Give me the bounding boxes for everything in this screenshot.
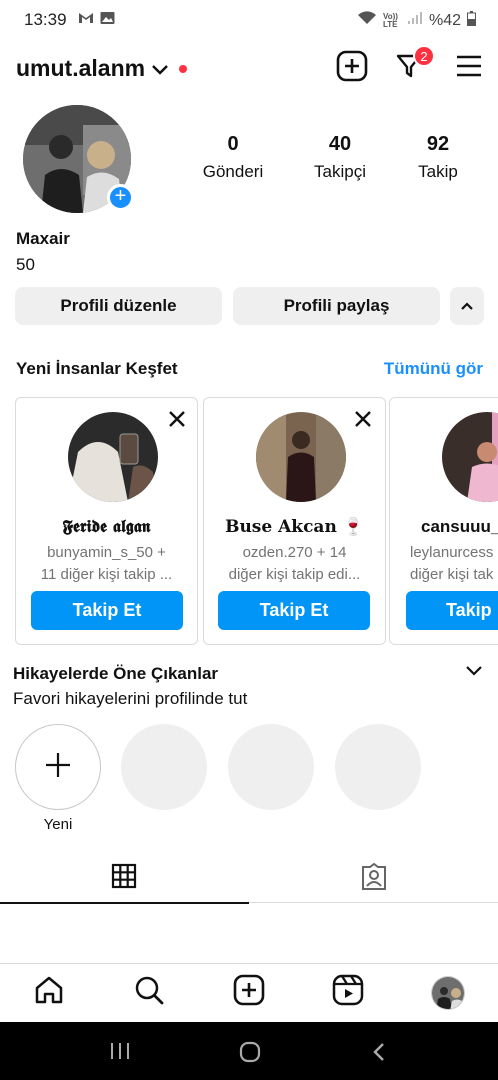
nav-search[interactable] — [131, 974, 167, 1010]
highlights-title: Hikayelerde Öne Çıkanlar — [13, 664, 219, 683]
reels-icon — [332, 974, 364, 1011]
followers-stat[interactable]: 40 Takipçi — [300, 133, 380, 182]
tab-grid[interactable] — [110, 862, 138, 890]
collapse-highlights-button[interactable] — [464, 664, 484, 683]
account-switcher[interactable]: umut.alanm — [16, 55, 188, 82]
chevron-up-icon — [460, 296, 474, 316]
new-highlight-label: Yeni — [43, 816, 73, 833]
discover-title: Yeni İnsanlar Keşfet — [16, 359, 178, 378]
nav-home[interactable] — [31, 974, 67, 1010]
active-tab-indicator — [0, 902, 249, 904]
battery-icon — [467, 10, 476, 31]
chevron-down-icon — [464, 665, 484, 682]
nav-divider — [0, 963, 498, 964]
recent-apps-button[interactable] — [109, 1041, 131, 1066]
suggestion-mutual-line2: diğer kişi takip edi... — [228, 566, 361, 583]
create-post-button[interactable] — [334, 50, 370, 86]
recent-apps-icon — [109, 1043, 131, 1065]
suggestion-mutual-line1: ozden.270 + 14 — [242, 544, 347, 561]
gmail-icon — [78, 11, 94, 30]
posts-stat[interactable]: 0 Gönderi — [193, 133, 273, 182]
followers-count: 40 — [328, 133, 352, 155]
new-highlight-button[interactable] — [15, 724, 101, 810]
add-story-button[interactable]: + — [107, 184, 134, 211]
suggestion-mutual-line1: bunyamin_s_50 + — [47, 544, 166, 561]
battery-percent: %42 — [428, 11, 461, 29]
nav-profile[interactable] — [431, 976, 465, 1010]
suggestion-avatar[interactable] — [256, 412, 346, 502]
dismiss-suggestion-button[interactable] — [352, 408, 374, 430]
followers-label: Takipçi — [314, 162, 366, 181]
follow-button[interactable]: Takip — [406, 591, 498, 630]
highlight-placeholder — [228, 724, 314, 810]
suggestion-avatar[interactable] — [442, 412, 498, 502]
menu-button[interactable] — [451, 50, 487, 86]
home-button[interactable] — [239, 1041, 261, 1068]
suggestion-card: cansuuu_ leylanurcess diğer kişi tak Tak… — [389, 397, 498, 645]
highlight-placeholder — [121, 724, 207, 810]
tab-tagged[interactable] — [359, 862, 389, 892]
plus-icon — [44, 751, 72, 784]
suggestion-mutual-line2: diğer kişi tak — [410, 566, 494, 583]
display-name: Maxair — [16, 229, 70, 248]
share-profile-button[interactable]: Profili paylaş — [233, 287, 440, 325]
highlight-placeholder — [335, 724, 421, 810]
hamburger-menu-icon — [456, 55, 482, 82]
follow-button[interactable]: Takip Et — [218, 591, 370, 630]
posts-label: Gönderi — [202, 162, 264, 181]
suggestion-card: Buse Akcan 🍷 ozden.270 + 14 diğer kişi t… — [203, 397, 386, 645]
status-time: 13:39 — [24, 10, 67, 29]
grid-icon — [110, 863, 138, 894]
activity-badge: 2 — [413, 45, 435, 67]
back-chevron-icon — [371, 1043, 387, 1067]
highlights-subtitle: Favori hikayelerini profilinde tut — [13, 689, 248, 708]
nav-create[interactable] — [231, 974, 267, 1010]
suggestion-avatar[interactable] — [68, 412, 158, 502]
username: umut.alanm — [16, 55, 146, 81]
tagged-person-icon — [359, 862, 389, 896]
suggestion-name: Buse Akcan 🍷 — [225, 517, 364, 537]
system-navigation-bar — [0, 1022, 498, 1080]
posts-count: 0 — [227, 133, 239, 155]
suggestion-name: cansuuu_ — [421, 517, 498, 536]
chevron-down-icon — [151, 55, 169, 82]
suggestion-mutual-line1: leylanurcess — [410, 544, 494, 561]
following-count: 92 — [426, 133, 450, 155]
suggestion-card: 𝕱𝖊𝖗𝖎𝖉𝖊 𝖆𝖑𝖌𝖆𝖓 bunyamin_s_50 + 11 diğer ki… — [15, 397, 198, 645]
dismiss-suggestion-button[interactable] — [166, 408, 188, 430]
wifi-icon — [357, 10, 377, 31]
plus-square-icon — [336, 50, 368, 87]
plus-square-icon — [233, 974, 265, 1011]
nav-reels[interactable] — [330, 974, 366, 1010]
signal-icon — [407, 11, 423, 30]
network-label: Vo)) LTE — [382, 11, 398, 29]
suggestion-mutual-line2: 11 diğer kişi takip ... — [40, 566, 173, 583]
suggestion-name: 𝕱𝖊𝖗𝖎𝖉𝖊 𝖆𝖑𝖌𝖆𝖓 — [62, 517, 151, 537]
follow-button[interactable]: Takip Et — [31, 591, 183, 630]
back-button[interactable] — [371, 1041, 387, 1068]
gallery-icon — [100, 11, 115, 30]
home-icon — [33, 974, 65, 1011]
search-icon — [133, 974, 165, 1011]
toggle-suggestions-button[interactable] — [450, 287, 484, 325]
following-label: Takip — [418, 162, 458, 181]
home-circle-icon — [239, 1041, 261, 1067]
following-stat[interactable]: 92 Takip — [398, 133, 478, 182]
bio: 50 — [16, 255, 35, 274]
status-bar: 13:39 Vo)) LTE %42 — [0, 0, 498, 40]
notification-dot — [179, 64, 188, 73]
see-all-link[interactable]: Tümünü gör — [384, 359, 483, 379]
edit-profile-button[interactable]: Profili düzenle — [15, 287, 222, 325]
